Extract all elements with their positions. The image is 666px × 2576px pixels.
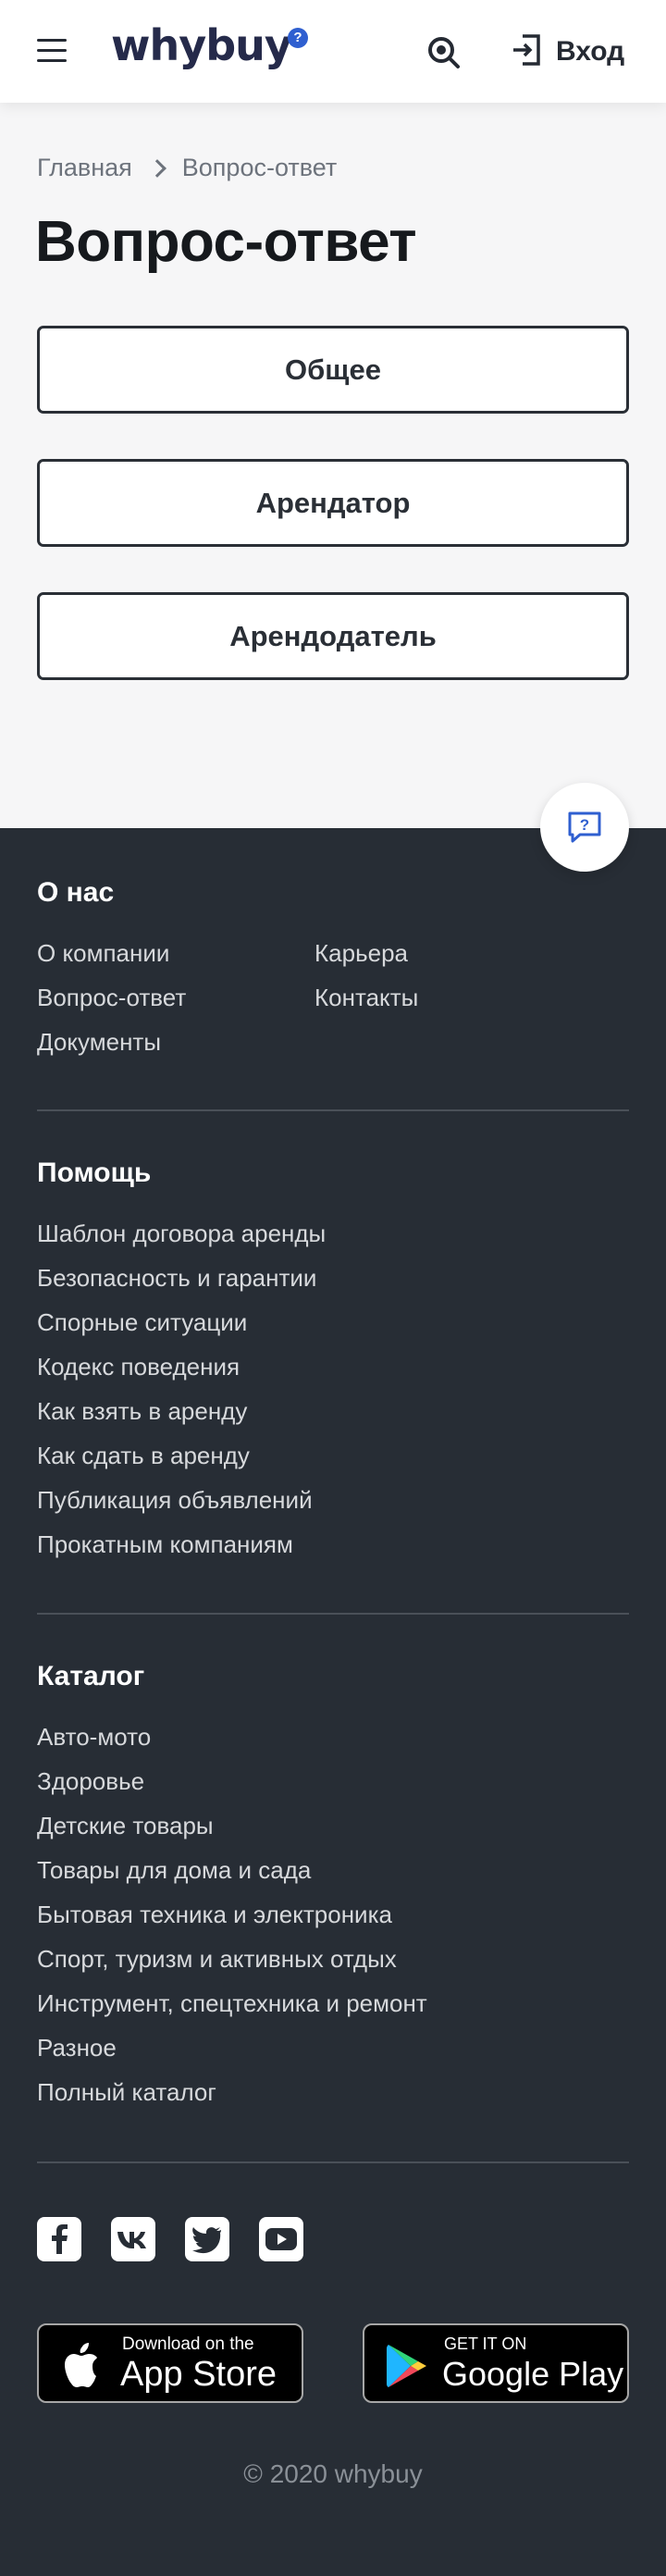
app-store-badge[interactable]: Download on the App Store bbox=[37, 2323, 303, 2403]
footer-catalog-title: Каталог bbox=[37, 1661, 145, 1691]
site-logo[interactable]: whybuy bbox=[111, 20, 292, 70]
logo-badge: ? bbox=[288, 28, 308, 48]
page-title: Вопрос-ответ bbox=[35, 210, 417, 274]
footer-help-link[interactable]: Как взять в аренду bbox=[37, 1397, 247, 1426]
question-chat-icon: ? bbox=[568, 811, 601, 843]
category-tenant-button[interactable]: Арендатор bbox=[37, 459, 629, 547]
footer-link-faq[interactable]: Вопрос-ответ bbox=[37, 984, 186, 1012]
youtube-icon[interactable] bbox=[259, 2217, 303, 2261]
copyright: © 2020 whybuy bbox=[243, 2459, 423, 2488]
login-icon bbox=[512, 33, 541, 71]
footer-divider bbox=[37, 1613, 629, 1615]
footer-catalog-link[interactable]: Здоровье bbox=[37, 1767, 144, 1796]
footer-link-documents[interactable]: Документы bbox=[37, 1028, 161, 1057]
app-store-big: App Store bbox=[120, 2355, 277, 2394]
footer-link-careers[interactable]: Карьера bbox=[314, 939, 408, 968]
footer-help-link[interactable]: Шаблон договора аренды bbox=[37, 1220, 326, 1248]
svg-text:?: ? bbox=[580, 816, 589, 834]
google-play-small: GET IT ON bbox=[444, 2334, 527, 2353]
footer-catalog-link[interactable]: Разное bbox=[37, 2034, 117, 2062]
google-play-icon bbox=[387, 2345, 426, 2387]
footer-link-contacts[interactable]: Контакты bbox=[314, 984, 418, 1012]
footer-catalog-link[interactable]: Товары для дома и сада bbox=[37, 1856, 311, 1885]
app-store-small: Download on the bbox=[122, 2334, 254, 2354]
breadcrumb: Главная Вопрос-ответ bbox=[37, 154, 337, 182]
login-label: Вход bbox=[556, 36, 625, 67]
facebook-icon[interactable] bbox=[37, 2217, 81, 2261]
footer-catalog-link[interactable]: Спорт, туризм и активных отдых bbox=[37, 1945, 397, 1974]
footer-help-link[interactable]: Как сдать в аренду bbox=[37, 1442, 250, 1470]
help-chat-button[interactable]: ? bbox=[540, 783, 629, 872]
footer-catalog-link[interactable]: Полный каталог bbox=[37, 2078, 216, 2107]
footer-about-title: О нас bbox=[37, 877, 115, 908]
login-button[interactable]: Вход bbox=[512, 33, 624, 70]
google-play-badge[interactable]: GET IT ON Google Play bbox=[363, 2323, 629, 2403]
footer-help-title: Помощь bbox=[37, 1158, 152, 1188]
twitter-icon[interactable] bbox=[185, 2217, 229, 2261]
footer-catalog-link[interactable]: Детские товары bbox=[37, 1812, 214, 1840]
breadcrumb-home[interactable]: Главная bbox=[37, 154, 132, 182]
footer-catalog-link[interactable]: Инструмент, спецтехника и ремонт bbox=[37, 1989, 427, 2018]
footer-help-link[interactable]: Публикация объявлений bbox=[37, 1486, 313, 1515]
footer-help-link[interactable]: Кодекс поведения bbox=[37, 1353, 240, 1381]
footer-catalog-link[interactable]: Авто-мото bbox=[37, 1723, 151, 1752]
vk-icon[interactable] bbox=[111, 2217, 155, 2261]
footer-help-link[interactable]: Спорные ситуации bbox=[37, 1308, 247, 1337]
apple-icon bbox=[65, 2343, 97, 2387]
menu-icon[interactable] bbox=[37, 39, 67, 65]
site-header: whybuy ? Вход bbox=[0, 0, 666, 103]
google-play-big: Google Play bbox=[442, 2355, 624, 2393]
footer-help-link[interactable]: Прокатным компаниям bbox=[37, 1530, 293, 1559]
footer-link-company[interactable]: О компании bbox=[37, 939, 169, 968]
site-footer bbox=[0, 828, 666, 2576]
search-icon[interactable] bbox=[426, 35, 462, 70]
category-general-button[interactable]: Общее bbox=[37, 326, 629, 414]
chevron-right-icon bbox=[147, 158, 166, 178]
footer-divider bbox=[37, 1109, 629, 1111]
footer-help-link[interactable]: Безопасность и гарантии bbox=[37, 1264, 316, 1293]
category-landlord-button[interactable]: Арендодатель bbox=[37, 592, 629, 680]
footer-divider bbox=[37, 2161, 629, 2163]
footer-catalog-link[interactable]: Бытовая техника и электроника bbox=[37, 1901, 392, 1929]
breadcrumb-current: Вопрос-ответ bbox=[181, 154, 338, 181]
